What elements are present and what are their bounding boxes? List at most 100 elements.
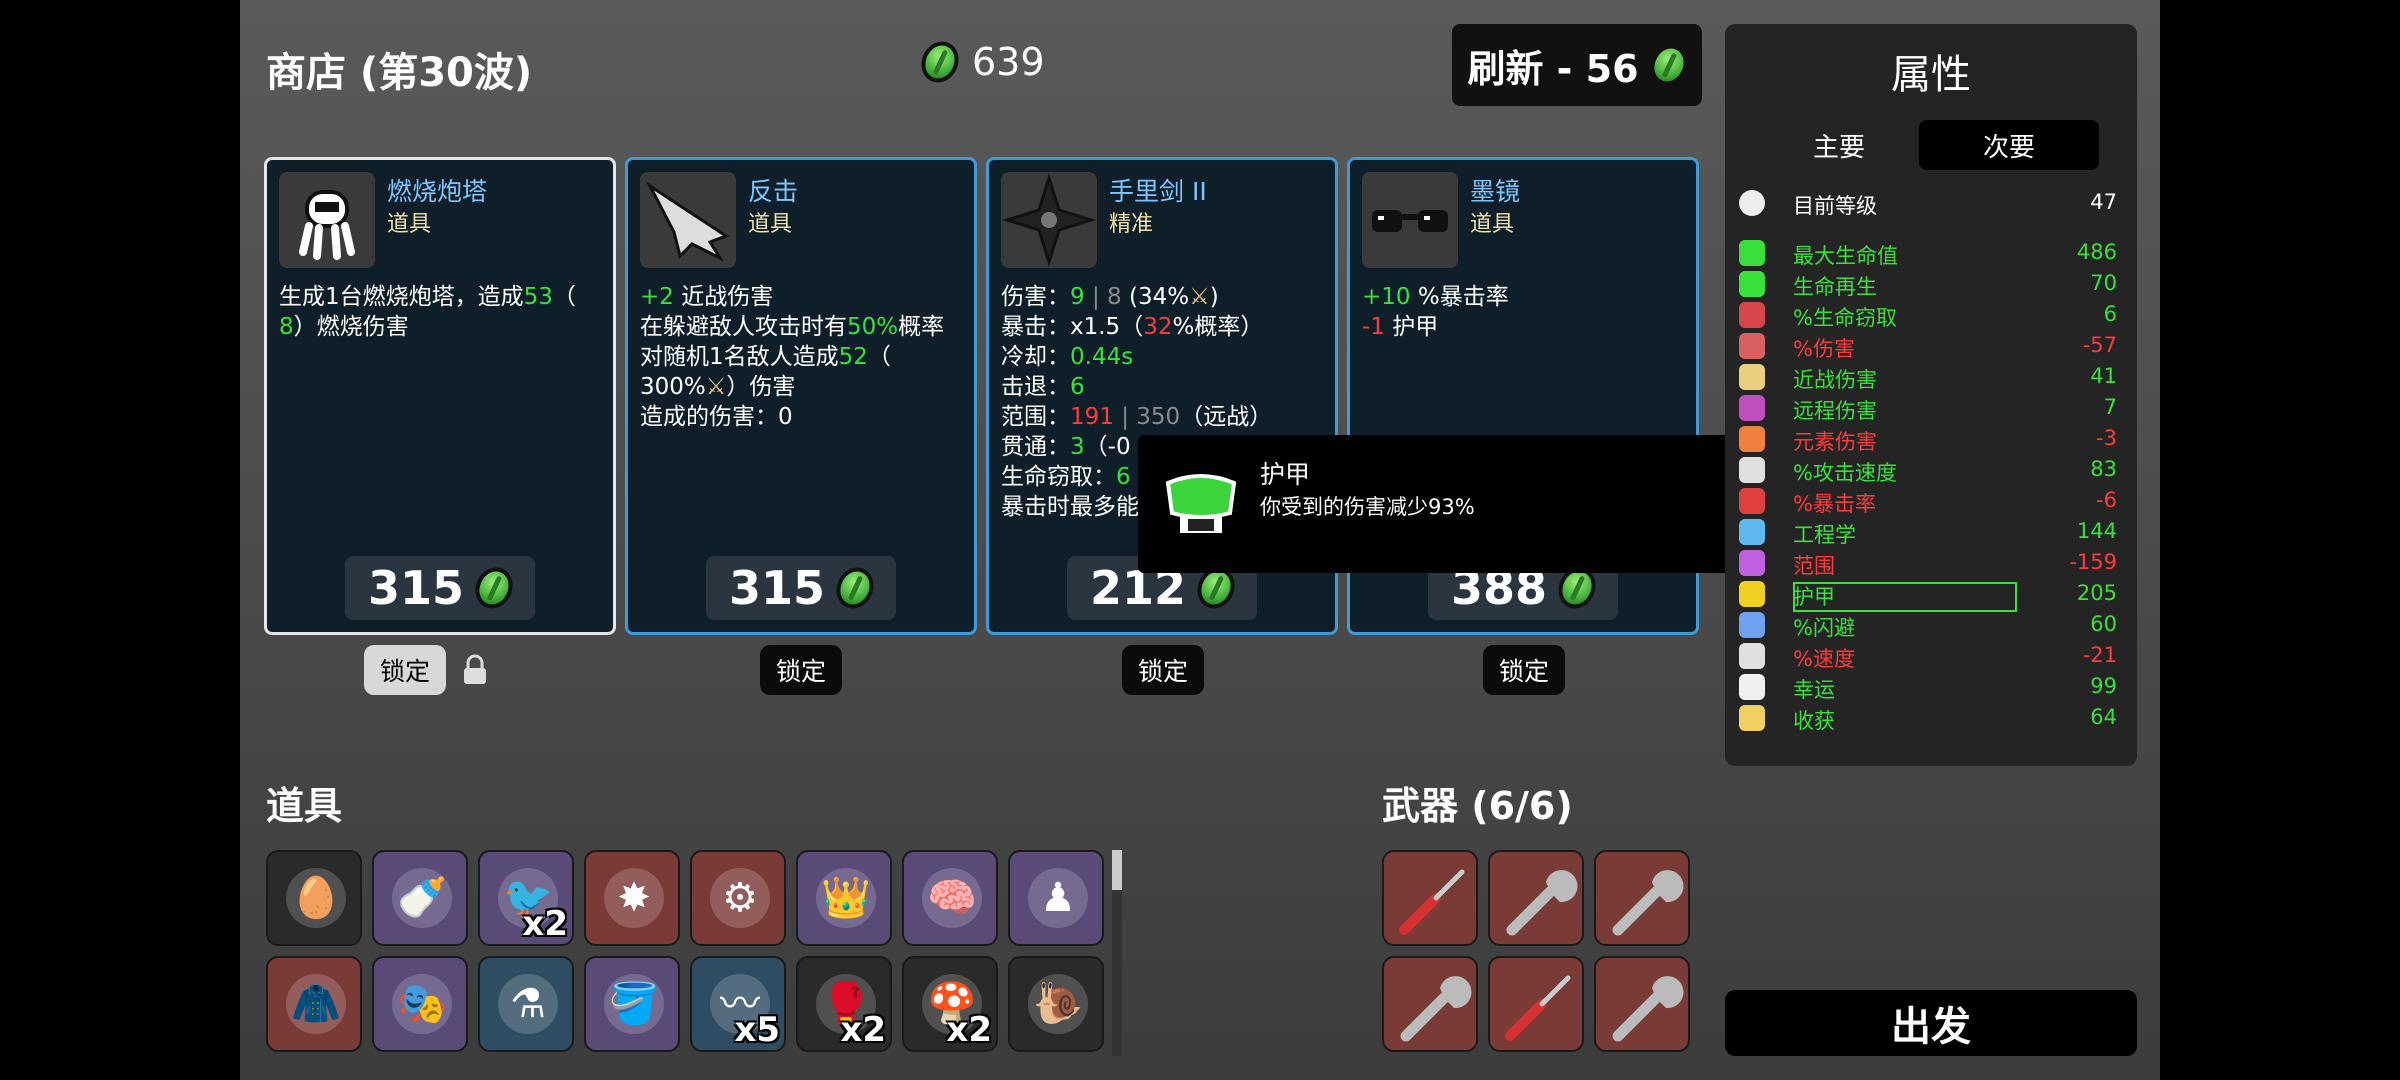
stat-row[interactable]: 元素伤害 -3 — [1739, 424, 2123, 455]
item-slot[interactable]: 🧠 — [902, 850, 998, 946]
stat-row[interactable]: 幸运 99 — [1739, 672, 2123, 703]
harvest-icon — [1739, 705, 1765, 731]
items-title: 道具 — [266, 784, 343, 828]
lock-button-1[interactable]: 锁定 — [364, 645, 447, 695]
item-slot[interactable]: ✸ — [584, 850, 680, 946]
ranged-icon — [1739, 395, 1765, 421]
weapon-slot-screwdriver[interactable] — [1382, 850, 1478, 946]
attack-speed-icon — [1739, 457, 1765, 483]
item-slot[interactable]: 🧥 — [266, 956, 362, 1052]
weapon-slot-screwdriver[interactable] — [1488, 956, 1584, 1052]
item-slot[interactable]: 🪣 — [584, 956, 680, 1052]
item-description: +10 %暴击率 -1 护甲 — [1362, 284, 1509, 340]
crit-icon — [1739, 488, 1765, 514]
item-slot[interactable]: 🍼 — [372, 850, 468, 946]
items-scrollbar[interactable] — [1112, 850, 1122, 1056]
weapon-slot-wrench[interactable] — [1382, 956, 1478, 1052]
stat-row[interactable]: %生命窃取 6 — [1739, 300, 2123, 331]
buy-price-button[interactable]: 315 — [706, 556, 896, 620]
speed-icon — [1739, 643, 1765, 669]
shop-card-flame-turret[interactable]: 燃烧炮塔 道具 生成1台燃烧炮塔，造成53（ 8）燃烧伤害 315 — [264, 157, 616, 635]
stat-row[interactable]: %攻击速度 83 — [1739, 455, 2123, 486]
stats-panel: 属性 主要 次要 目前等级 47 最大生命值 486 生命再生 70 %生命窃取 6 %伤害… — [1725, 24, 2137, 766]
reroll-button[interactable]: 刷新 - 56 — [1452, 24, 1702, 106]
material-coin-icon — [1643, 38, 1694, 92]
dodge-icon — [1739, 612, 1765, 638]
riposte-icon — [640, 172, 736, 268]
item-description: +2 近战伤害 在躲避敌人攻击时有50%概率 对随机1名敌人造成52（ 300%… — [640, 284, 945, 430]
scrollbar-thumb[interactable] — [1112, 850, 1122, 890]
reroll-label: 刷新 - 56 — [1467, 46, 1639, 91]
armor-icon — [1162, 469, 1240, 539]
potion-item-icon: ⚗ — [498, 974, 558, 1034]
lock-icon — [462, 654, 488, 684]
armor-icon — [1739, 581, 1765, 607]
stat-row[interactable]: %暴击率 -6 — [1739, 486, 2123, 517]
luck-icon — [1739, 674, 1765, 700]
range-icon — [1739, 550, 1765, 576]
item-slot[interactable]: 🐌 — [1008, 956, 1104, 1052]
stat-row[interactable]: 生命再生 70 — [1739, 269, 2123, 300]
go-button[interactable]: 出发 — [1725, 990, 2137, 1056]
brain-item-icon: 🧠 — [922, 868, 982, 928]
crown-item-icon: 👑 — [816, 868, 876, 928]
bottle-item-icon: 🍼 — [392, 868, 452, 928]
tab-primary[interactable]: 主要 — [1749, 120, 1929, 170]
jacket-item-icon: 🧥 — [286, 974, 346, 1034]
statue-item-icon: ♟ — [1028, 868, 1088, 928]
tab-secondary[interactable]: 次要 — [1919, 120, 2099, 170]
item-slot[interactable]: ⚙ — [690, 850, 786, 946]
stat-row[interactable]: 近战伤害 41 — [1739, 362, 2123, 393]
item-slot[interactable]: 〰 x5 — [690, 956, 786, 1052]
stat-row-level[interactable]: 目前等级 47 — [1739, 188, 2123, 219]
item-count: x5 — [734, 1010, 780, 1050]
lock-button-2[interactable]: 锁定 — [760, 645, 843, 695]
weapons-title: 武器 (6/6) — [1382, 784, 1573, 828]
stat-row[interactable]: %伤害 -57 — [1739, 331, 2123, 362]
armor-tooltip: 护甲 你受到的伤害减少93% — [1138, 435, 1740, 573]
buy-price-button[interactable]: 315 — [345, 556, 535, 620]
item-name: 反击 — [748, 177, 799, 206]
material-coin-icon — [829, 561, 881, 615]
stat-row[interactable]: 工程学 144 — [1739, 517, 2123, 548]
item-slot[interactable]: 🐦 x2 — [478, 850, 574, 946]
tooltip-description: 你受到的伤害减少93% — [1260, 495, 1475, 519]
item-type: 道具 — [748, 212, 793, 237]
weapon-slot-wrench[interactable] — [1488, 850, 1584, 946]
item-slot[interactable]: 👑 — [796, 850, 892, 946]
item-count: x2 — [522, 904, 568, 944]
lock-button-4[interactable]: 锁定 — [1483, 645, 1566, 695]
stat-row[interactable]: 最大生命值 486 — [1739, 238, 2123, 269]
item-count: x2 — [840, 1010, 886, 1050]
armor-stat-highlight — [1793, 582, 2017, 612]
item-description: 生成1台燃烧炮塔，造成53（ 8）燃烧伤害 — [279, 284, 576, 340]
stat-row[interactable]: 远程伤害 7 — [1739, 393, 2123, 424]
weapon-slot-wrench[interactable] — [1594, 850, 1690, 946]
item-type: 道具 — [387, 212, 432, 237]
weapon-slot-wrench[interactable] — [1594, 956, 1690, 1052]
tooltip-title: 护甲 — [1260, 460, 1311, 489]
item-name: 墨镜 — [1470, 177, 1521, 206]
item-slot[interactable]: 🍄 x2 — [902, 956, 998, 1052]
item-slot[interactable]: 🎭 — [372, 956, 468, 1052]
item-name: 手里剑 II — [1109, 177, 1207, 206]
shuriken-icon — [1001, 172, 1097, 268]
item-slot[interactable]: ⚗ — [478, 956, 574, 1052]
stat-row[interactable]: 收获 64 — [1739, 703, 2123, 734]
shop-card-riposte[interactable]: 反击 道具 +2 近战伤害 在躲避敌人攻击时有50%概率 对随机1名敌人造成52… — [625, 157, 977, 635]
stat-row[interactable]: %速度 -21 — [1739, 641, 2123, 672]
item-slot[interactable]: 🥚 — [266, 850, 362, 946]
item-type: 精准 — [1109, 212, 1154, 237]
heart-icon — [1739, 240, 1765, 266]
item-slot[interactable]: 🥊 x2 — [796, 956, 892, 1052]
melee-icon — [1739, 364, 1765, 390]
level-icon — [1739, 190, 1765, 216]
slug-item-icon: 🐌 — [1028, 974, 1088, 1034]
stat-row[interactable]: 范围 -159 — [1739, 548, 2123, 579]
flame-turret-icon — [279, 172, 375, 268]
item-slot[interactable]: ♟ — [1008, 850, 1104, 946]
item-type: 道具 — [1470, 212, 1515, 237]
stat-row[interactable]: %闪避 60 — [1739, 610, 2123, 641]
engineering-icon — [1739, 519, 1765, 545]
lock-button-3[interactable]: 锁定 — [1122, 645, 1205, 695]
